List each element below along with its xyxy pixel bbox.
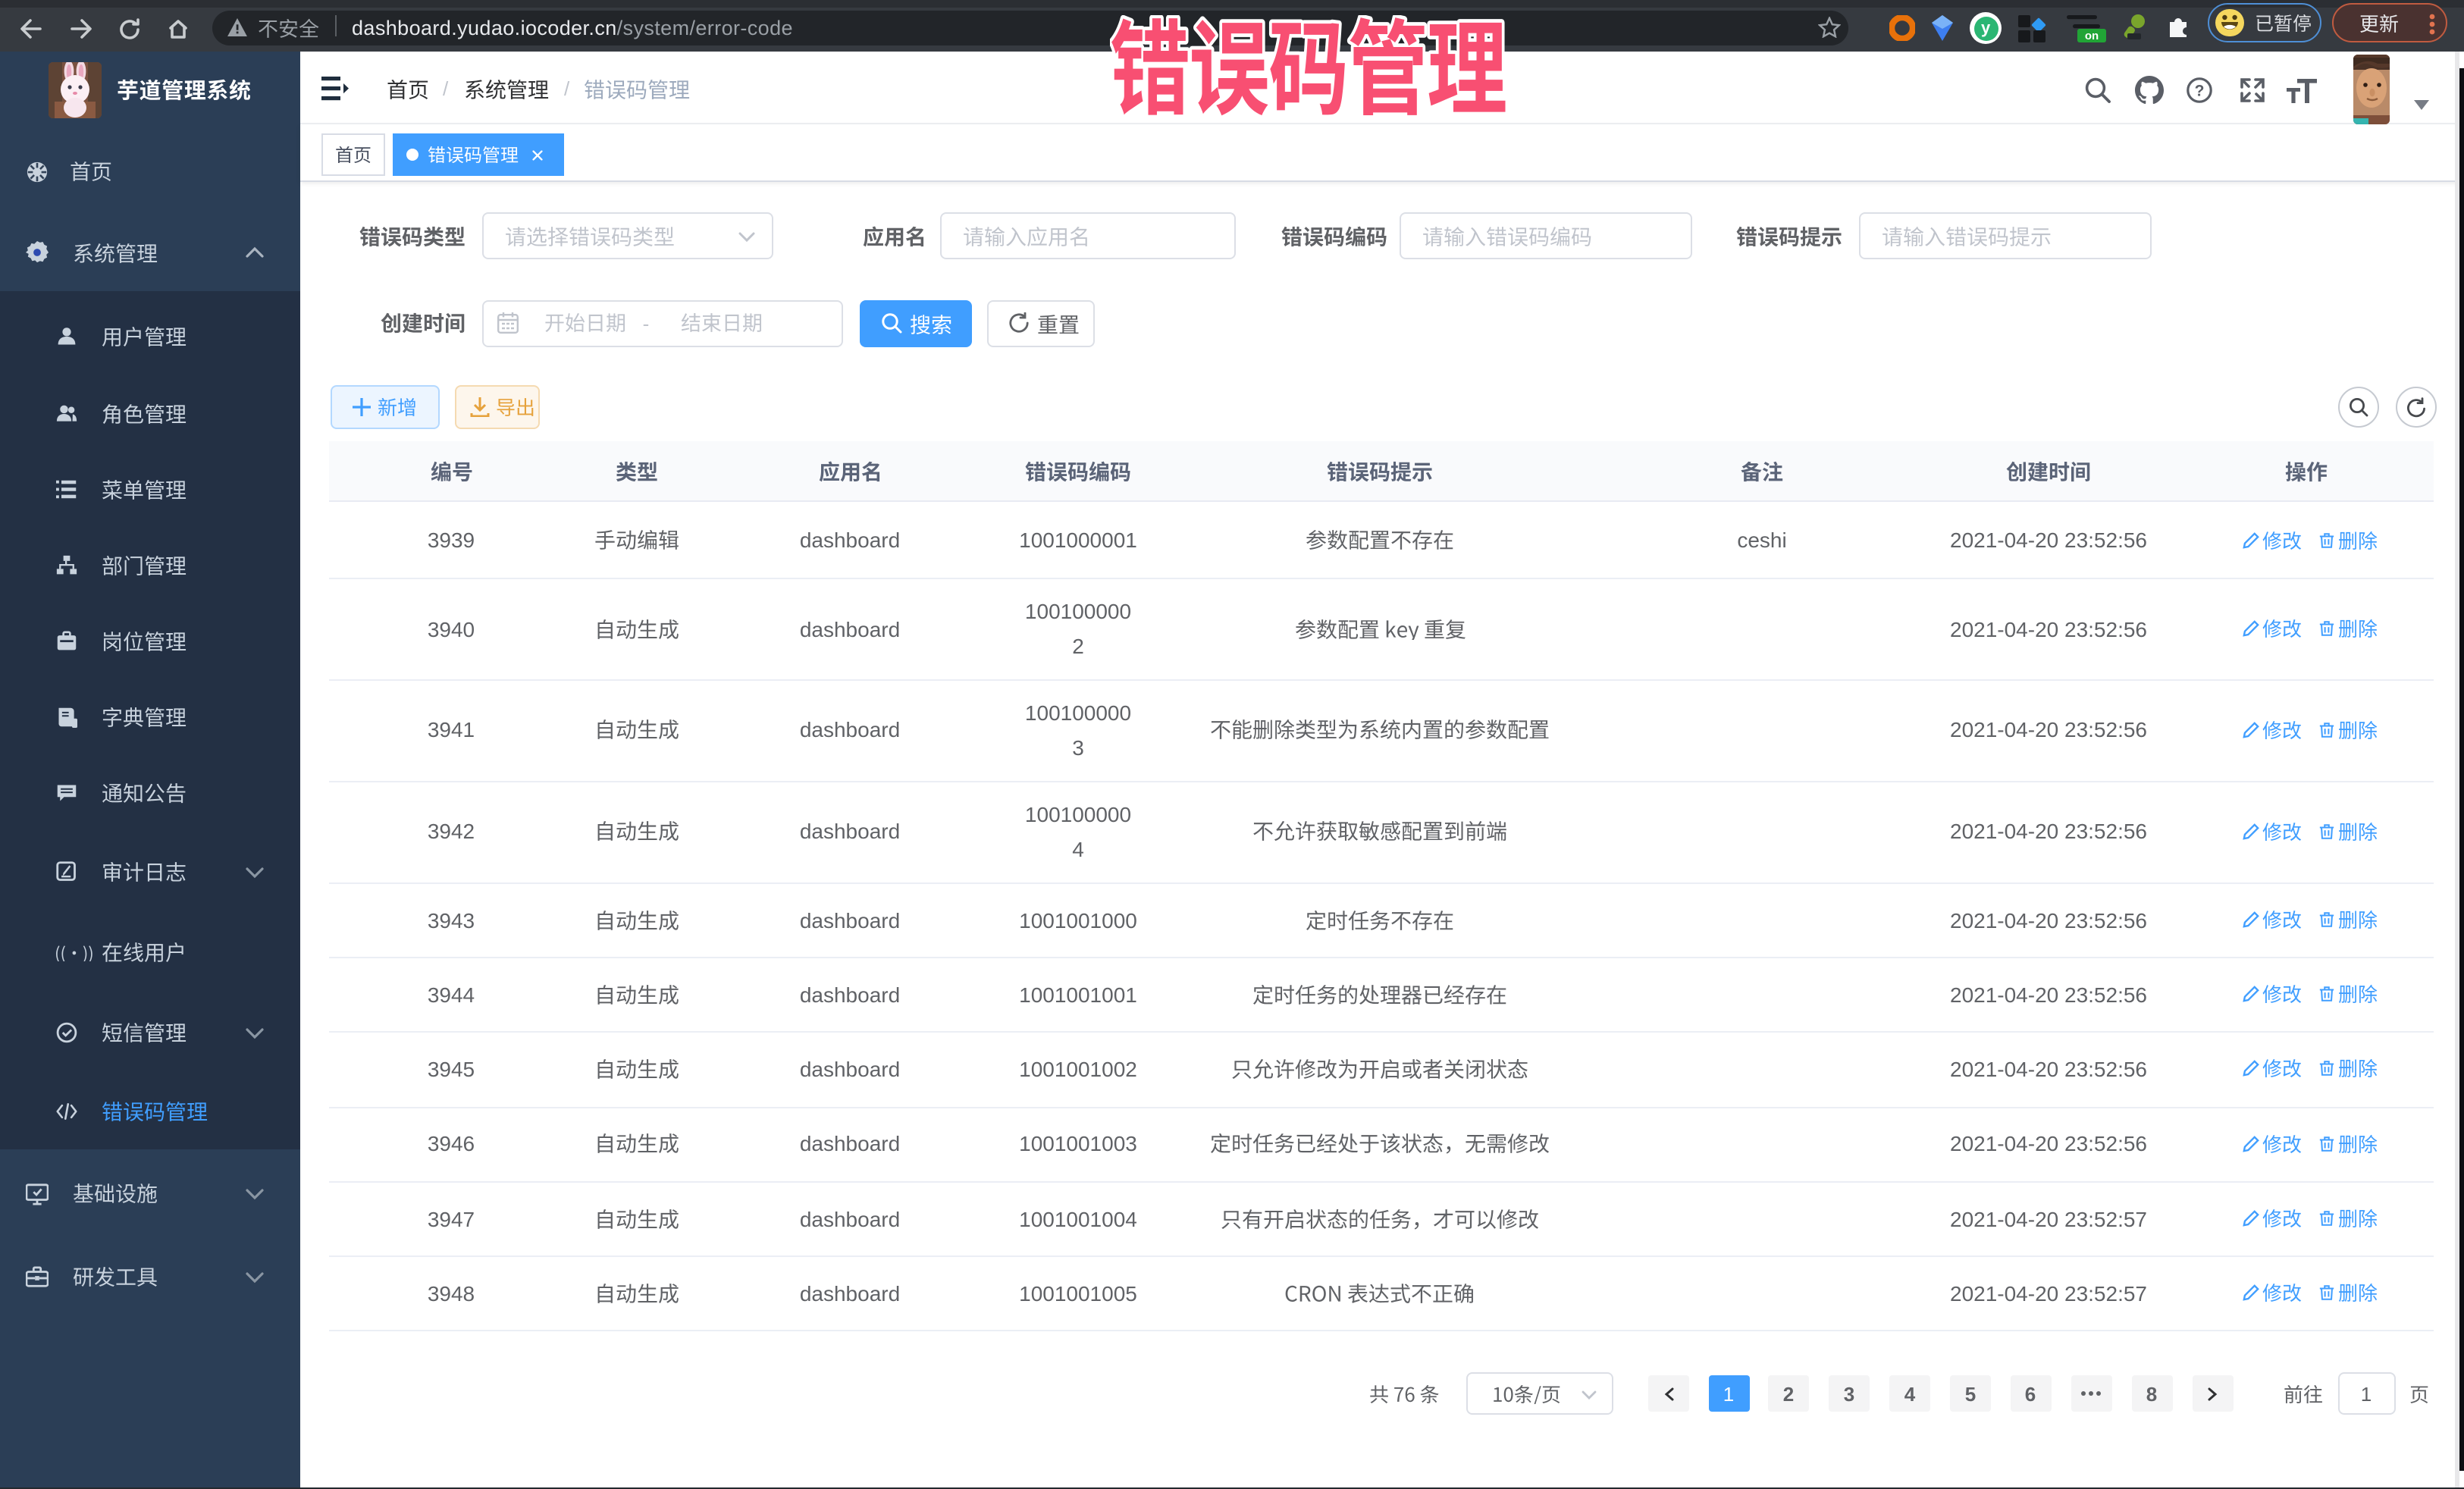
svg-text:?: ? bbox=[2195, 82, 2205, 99]
